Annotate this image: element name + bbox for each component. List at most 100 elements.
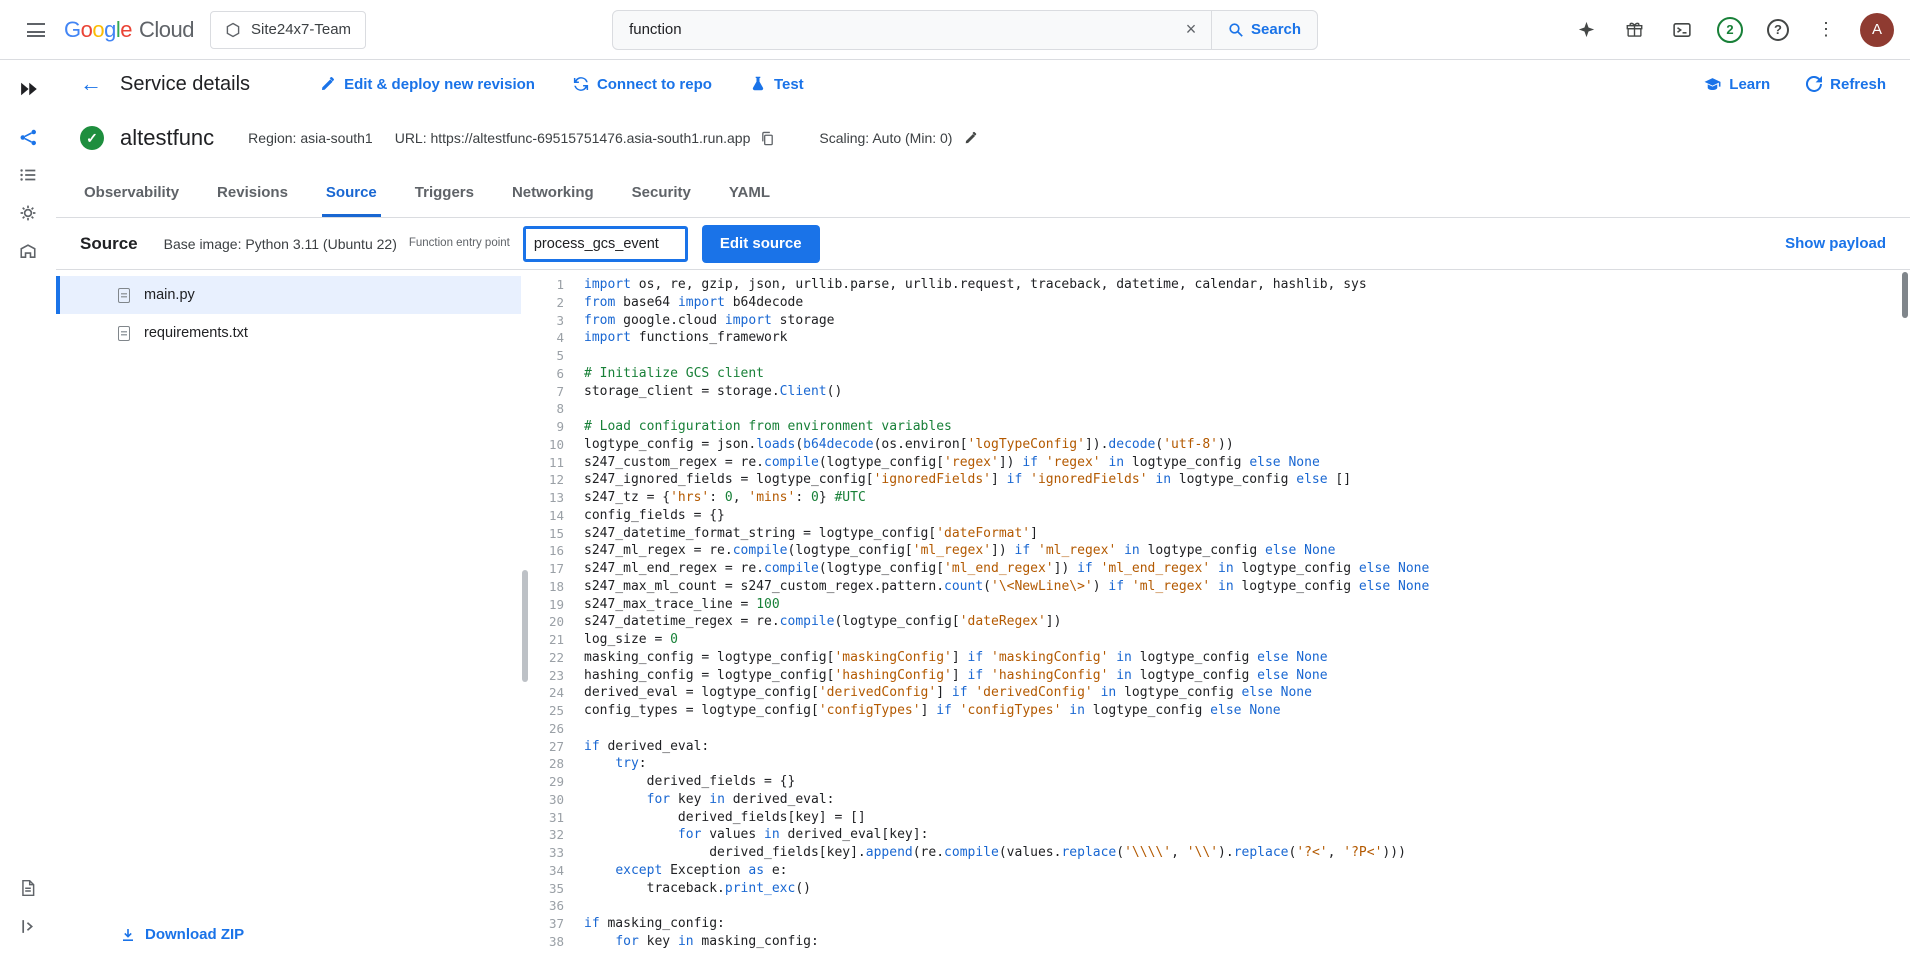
file-item-main.py[interactable]: main.py <box>56 276 521 314</box>
code-text: s247_datetime_format_string = logtype_co… <box>584 525 1038 543</box>
file-icon <box>118 326 130 341</box>
search-bar: × Search <box>612 10 1318 50</box>
code-text: except Exception as e: <box>584 862 788 880</box>
clear-search-icon[interactable]: × <box>1171 11 1211 49</box>
code-line: 28 try: <box>530 755 1900 773</box>
file-panel: main.py requirements.txt Download ZIP <box>56 270 521 953</box>
pencil-icon <box>320 76 336 92</box>
cloud-shell-icon[interactable] <box>1662 10 1702 50</box>
topbar: Google Cloud Site24x7-Team × Search 2 ? … <box>0 0 1910 60</box>
back-button[interactable]: ← <box>80 73 102 95</box>
line-number: 25 <box>530 702 584 720</box>
tab-yaml[interactable]: YAML <box>725 168 774 217</box>
tab-observability[interactable]: Observability <box>80 168 183 217</box>
code-line: 6# Initialize GCS client <box>530 365 1900 383</box>
code-text: s247_ml_regex = re.compile(logtype_confi… <box>584 542 1335 560</box>
code-line: 24derived_eval = logtype_config['derived… <box>530 684 1900 702</box>
gemini-icon[interactable] <box>1566 10 1606 50</box>
show-payload-link[interactable]: Show payload <box>1785 235 1886 252</box>
code-text: from base64 import b64decode <box>584 294 803 312</box>
tab-source[interactable]: Source <box>322 168 381 217</box>
file-panel-scrollbar[interactable] <box>521 270 530 953</box>
line-number: 17 <box>530 560 584 578</box>
code-line: 13s247_tz = {'hrs': 0, 'mins': 0} #UTC <box>530 489 1900 507</box>
service-name: altestfunc <box>120 125 214 151</box>
file-name: requirements.txt <box>144 325 248 341</box>
code-text: config_types = logtype_config['configTyp… <box>584 702 1281 720</box>
file-item-requirements.txt[interactable]: requirements.txt <box>56 314 521 352</box>
sidebar-item-domain-mappings-icon[interactable] <box>8 232 48 270</box>
line-number: 5 <box>530 347 584 365</box>
help-icon[interactable]: ? <box>1758 10 1798 50</box>
code-line: 17s247_ml_end_regex = re.compile(logtype… <box>530 560 1900 578</box>
line-number: 23 <box>530 667 584 685</box>
copy-url-icon[interactable] <box>760 131 775 146</box>
line-number: 38 <box>530 933 584 951</box>
tab-triggers[interactable]: Triggers <box>411 168 478 217</box>
code-text: for key in derived_eval: <box>584 791 834 809</box>
download-zip-link[interactable]: Download ZIP <box>120 926 244 943</box>
code-lines: 1import os, re, gzip, json, urllib.parse… <box>530 276 1900 951</box>
file-list: main.py requirements.txt <box>56 276 521 352</box>
release-notes-icon[interactable] <box>8 869 48 907</box>
code-text: log_size = 0 <box>584 631 678 649</box>
avatar[interactable]: A <box>1860 13 1894 47</box>
line-number: 32 <box>530 826 584 844</box>
line-number: 9 <box>530 418 584 436</box>
line-number: 33 <box>530 844 584 862</box>
line-number: 13 <box>530 489 584 507</box>
sidebar-item-jobs-icon[interactable] <box>8 156 48 194</box>
line-number: 15 <box>530 525 584 543</box>
search-button[interactable]: Search <box>1211 11 1317 49</box>
entry-point-input[interactable] <box>523 226 688 262</box>
edit-scaling-icon[interactable] <box>964 131 978 145</box>
source-workspace: main.py requirements.txt Download ZIP 1im… <box>56 270 1910 953</box>
more-options-icon[interactable]: ⋮ <box>1806 10 1846 50</box>
expand-panel-icon[interactable] <box>8 907 48 945</box>
editor-scrollbar[interactable] <box>1900 270 1910 953</box>
code-text: s247_max_trace_line = 100 <box>584 596 780 614</box>
code-text: s247_custom_regex = re.compile(logtype_c… <box>584 454 1320 472</box>
project-selector[interactable]: Site24x7-Team <box>210 11 366 49</box>
line-number: 16 <box>530 542 584 560</box>
code-line: 5 <box>530 347 1900 365</box>
sidebar-item-services-icon[interactable] <box>8 118 48 156</box>
code-line: 22masking_config = logtype_config['maski… <box>530 649 1900 667</box>
scrollbar-thumb[interactable] <box>1902 272 1908 318</box>
code-text: s247_tz = {'hrs': 0, 'mins': 0} #UTC <box>584 489 866 507</box>
code-text: s247_ignored_fields = logtype_config['ig… <box>584 471 1351 489</box>
test-button[interactable]: Test <box>750 76 804 93</box>
line-number: 24 <box>530 684 584 702</box>
code-text: s247_datetime_regex = re.compile(logtype… <box>584 613 1061 631</box>
code-line: 11s247_custom_regex = re.compile(logtype… <box>530 454 1900 472</box>
code-line: 3from google.cloud import storage <box>530 312 1900 330</box>
gift-icon[interactable] <box>1614 10 1654 50</box>
tab-networking[interactable]: Networking <box>508 168 598 217</box>
sidebar-item-integrations-icon[interactable] <box>8 194 48 232</box>
tab-revisions[interactable]: Revisions <box>213 168 292 217</box>
tab-security[interactable]: Security <box>628 168 695 217</box>
code-editor[interactable]: 1import os, re, gzip, json, urllib.parse… <box>530 270 1900 953</box>
code-text: if derived_eval: <box>584 738 709 756</box>
code-line: 25config_types = logtype_config['configT… <box>530 702 1900 720</box>
connect-repo-button[interactable]: Connect to repo <box>573 76 712 93</box>
edit-deploy-button[interactable]: Edit & deploy new revision <box>320 76 535 93</box>
line-number: 12 <box>530 471 584 489</box>
code-line: 27if derived_eval: <box>530 738 1900 756</box>
line-number: 36 <box>530 897 584 915</box>
scrollbar-thumb[interactable] <box>522 570 528 682</box>
notifications-button[interactable]: 2 <box>1710 10 1750 50</box>
code-line: 9# Load configuration from environment v… <box>530 418 1900 436</box>
code-line: 32 for values in derived_eval[key]: <box>530 826 1900 844</box>
search-input[interactable] <box>613 11 1171 49</box>
edit-source-button[interactable]: Edit source <box>702 225 820 263</box>
code-line: 37if masking_config: <box>530 915 1900 933</box>
cloud-run-logo-icon[interactable] <box>8 70 48 108</box>
line-number: 7 <box>530 383 584 401</box>
learn-button[interactable]: Learn <box>1704 76 1770 93</box>
code-line: 30 for key in derived_eval: <box>530 791 1900 809</box>
hamburger-menu-icon[interactable] <box>16 10 56 50</box>
refresh-button[interactable]: Refresh <box>1806 76 1886 93</box>
base-image-label: Base image: Python 3.11 (Ubuntu 22) <box>164 236 397 252</box>
code-text: derived_fields = {} <box>584 773 795 791</box>
